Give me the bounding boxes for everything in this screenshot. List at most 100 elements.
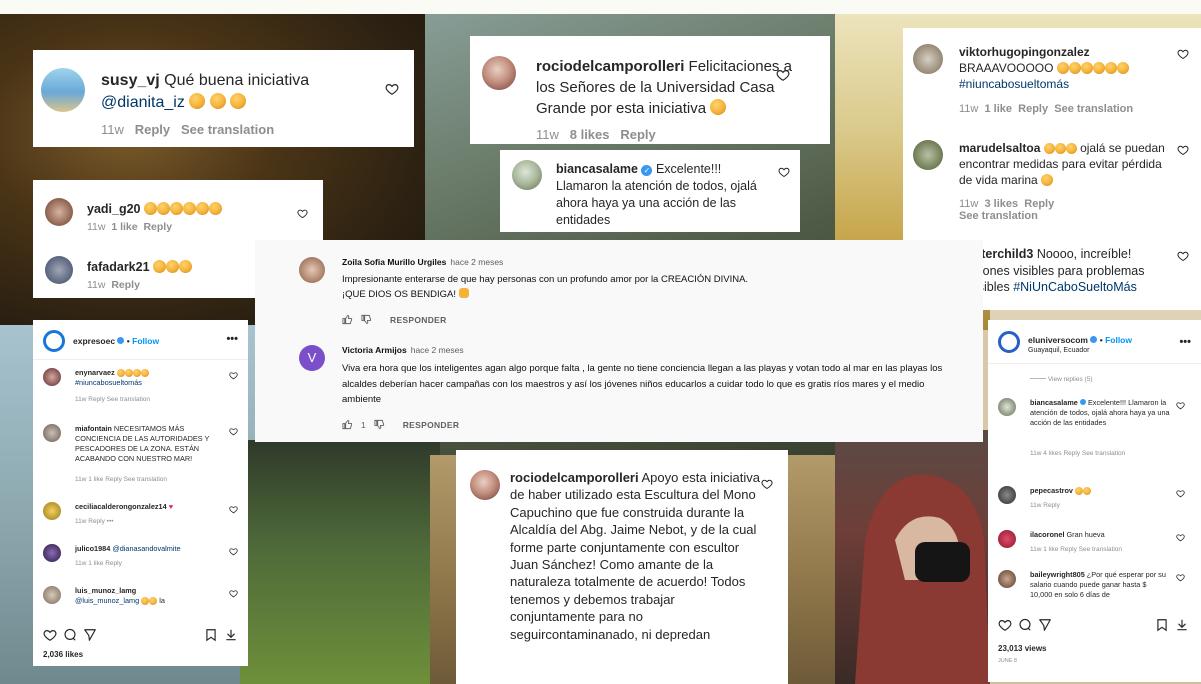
username[interactable]: baileywright805: [1030, 570, 1085, 579]
avatar[interactable]: [43, 502, 61, 520]
like-heart-icon[interactable]: [43, 628, 57, 642]
username[interactable]: rociodelcamporolleri: [536, 58, 684, 75]
view-replies-label[interactable]: View replies (5): [1048, 376, 1093, 383]
follow-button[interactable]: Follow: [132, 336, 159, 346]
like-heart-icon[interactable]: [229, 547, 238, 556]
like-heart-icon[interactable]: [1177, 144, 1189, 156]
avatar[interactable]: [470, 470, 500, 500]
avatar[interactable]: [913, 140, 943, 170]
author-name[interactable]: Zoila Sofia Murillo Urgiles: [342, 257, 446, 267]
username[interactable]: rociodelcamporolleri: [510, 470, 639, 485]
username[interactable]: marudelsaltoa: [959, 141, 1040, 155]
username[interactable]: ilacoronel: [1030, 530, 1064, 539]
thumbs-down-icon[interactable]: [361, 314, 372, 325]
username[interactable]: biancasalame: [1030, 398, 1078, 407]
avatar[interactable]: [43, 544, 61, 562]
avatar[interactable]: [45, 256, 73, 284]
avatar[interactable]: [998, 530, 1016, 548]
avatar[interactable]: [41, 68, 85, 112]
avatar[interactable]: [913, 44, 943, 74]
likes-count[interactable]: 8 likes: [570, 127, 610, 142]
share-icon[interactable]: [83, 628, 97, 642]
reply-link[interactable]: Reply: [143, 221, 172, 233]
likes-count[interactable]: 1 like: [111, 221, 137, 233]
more-options-icon[interactable]: •••: [1179, 336, 1191, 348]
like-heart-icon[interactable]: [1176, 573, 1185, 582]
reply-link[interactable]: Reply: [135, 122, 170, 137]
likes-count[interactable]: 3 likes: [985, 198, 1019, 210]
thumbs-up-icon[interactable]: [342, 419, 353, 430]
avatar[interactable]: [512, 160, 542, 190]
username[interactable]: pepecastrov: [1030, 486, 1073, 495]
comment-author[interactable]: Zoila Sofia Murillo Urgiles hace 2 meses: [342, 257, 503, 267]
like-heart-icon[interactable]: [229, 371, 238, 380]
reply-link[interactable]: Reply: [1024, 198, 1054, 210]
avatar[interactable]: [43, 586, 61, 604]
bookmark-icon[interactable]: [204, 628, 218, 642]
avatar[interactable]: [482, 56, 516, 90]
like-heart-icon[interactable]: [998, 618, 1012, 632]
mention-link[interactable]: @dianasandovalmite: [112, 544, 180, 553]
username[interactable]: susy_vj: [101, 72, 160, 89]
avatar[interactable]: [43, 368, 61, 386]
view-replies-link[interactable]: View replies (5): [1030, 376, 1093, 383]
hashtag-link[interactable]: #NiUnCaboSueltoMás: [1013, 280, 1137, 294]
mention-link[interactable]: @luis_munoz_lamg: [75, 596, 139, 605]
like-heart-icon[interactable]: [776, 68, 790, 82]
avatar[interactable]: [43, 424, 61, 442]
like-heart-icon[interactable]: [385, 82, 399, 96]
location[interactable]: Guayaquil, Ecuador: [1028, 347, 1089, 354]
username[interactable]: viktorhugopingonzalez: [959, 45, 1090, 59]
reply-button[interactable]: RESPONDER: [403, 420, 460, 430]
reply-button[interactable]: RESPONDER: [390, 315, 447, 325]
avatar[interactable]: [45, 198, 73, 226]
username[interactable]: enynarvaez: [75, 368, 115, 377]
download-icon[interactable]: [1175, 618, 1189, 632]
like-heart-icon[interactable]: [229, 427, 238, 436]
account-avatar[interactable]: [998, 331, 1020, 353]
like-heart-icon[interactable]: [1177, 48, 1189, 60]
account-name[interactable]: eluniversocom: [1028, 335, 1088, 345]
comment-icon[interactable]: [1018, 618, 1032, 632]
likes-count[interactable]: 2,036 likes: [43, 650, 83, 659]
username[interactable]: ceciliacalderongonzalez14: [75, 502, 167, 511]
like-heart-icon[interactable]: [229, 505, 238, 514]
avatar[interactable]: [998, 398, 1016, 416]
see-translation-link[interactable]: See translation: [181, 122, 274, 137]
like-heart-icon[interactable]: [778, 166, 790, 178]
hashtag-link[interactable]: #niuncabosueltomás: [959, 77, 1069, 91]
username[interactable]: miafontain: [75, 424, 112, 433]
like-heart-icon[interactable]: [1176, 401, 1185, 410]
mention-link[interactable]: @dianita_iz: [101, 94, 185, 111]
see-translation-link[interactable]: See translation: [959, 210, 1038, 222]
reply-link[interactable]: Reply: [620, 127, 655, 142]
avatar[interactable]: V: [299, 345, 325, 371]
hashtag-link[interactable]: #niuncabosueltomás: [75, 378, 142, 387]
follow-button[interactable]: Follow: [1105, 335, 1132, 345]
avatar[interactable]: [998, 486, 1016, 504]
reply-link[interactable]: Reply: [111, 279, 140, 291]
username[interactable]: julico1984: [75, 544, 110, 553]
comment-author[interactable]: Victoria Armijos hace 2 meses: [342, 345, 464, 355]
username[interactable]: yadi_g20: [87, 202, 141, 216]
bookmark-icon[interactable]: [1155, 618, 1169, 632]
likes-count[interactable]: 1 like: [985, 103, 1013, 115]
see-translation-link[interactable]: See translation: [1054, 103, 1133, 115]
account-avatar[interactable]: [43, 330, 65, 352]
like-heart-icon[interactable]: [1177, 250, 1189, 262]
like-heart-icon[interactable]: [761, 478, 773, 490]
like-heart-icon[interactable]: [229, 589, 238, 598]
reply-link[interactable]: Reply: [1018, 103, 1048, 115]
comment-icon[interactable]: [63, 628, 77, 642]
thumbs-up-icon[interactable]: [342, 314, 353, 325]
username[interactable]: luis_munoz_lamg: [75, 586, 136, 595]
like-heart-icon[interactable]: [1176, 489, 1185, 498]
username[interactable]: fafadark21: [87, 260, 150, 274]
thumbs-down-icon[interactable]: [374, 419, 385, 430]
download-icon[interactable]: [224, 628, 238, 642]
more-options-icon[interactable]: •••: [226, 333, 238, 345]
avatar[interactable]: [299, 257, 325, 283]
author-name[interactable]: Victoria Armijos: [342, 345, 407, 355]
avatar[interactable]: [998, 570, 1016, 588]
share-icon[interactable]: [1038, 618, 1052, 632]
